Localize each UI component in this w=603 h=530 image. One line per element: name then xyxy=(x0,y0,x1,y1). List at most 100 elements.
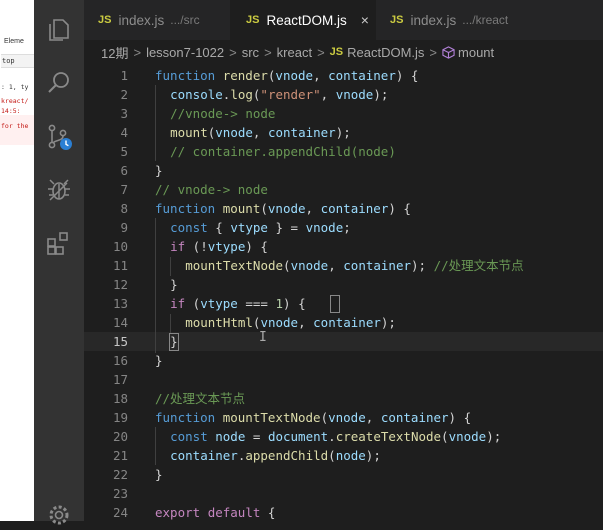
code-token: } xyxy=(155,163,163,178)
breadcrumb-item[interactable]: 12期 xyxy=(101,43,128,62)
code-line[interactable]: 6} xyxy=(84,161,603,180)
code-token: vnode xyxy=(290,258,329,273)
code-line[interactable]: 10 if (!vtype) { xyxy=(84,237,603,256)
code-line[interactable]: 23 xyxy=(84,484,603,503)
devtools-context-select[interactable]: top xyxy=(1,54,34,68)
code-token: , xyxy=(328,258,344,273)
code-line[interactable]: 11 mountTextNode(vnode, container); //处理文… xyxy=(84,256,603,275)
code-line[interactable]: 15} xyxy=(84,332,603,351)
close-icon[interactable]: × xyxy=(361,12,369,28)
code-line[interactable]: 9 const { vtype } = vnode; xyxy=(84,218,603,237)
code-token: , xyxy=(365,410,381,425)
code-line[interactable]: 4 mount(vnode, container); xyxy=(84,123,603,142)
breadcrumb-item[interactable]: src xyxy=(242,45,259,60)
code-token: export xyxy=(155,505,208,520)
code-line[interactable]: 18 //处理文本节点 xyxy=(84,389,603,408)
code-token: ); xyxy=(486,429,502,444)
code-token: , xyxy=(320,87,336,102)
tab-index-src[interactable]: JS index.js .../src xyxy=(84,0,230,40)
code-line[interactable]: 24 export default { xyxy=(84,503,603,521)
code-token: container xyxy=(267,125,336,140)
line-number: 3 xyxy=(120,106,128,121)
code-token: // vnode-> node xyxy=(155,182,268,197)
code-token: 1 xyxy=(275,296,284,311)
code-editor[interactable]: 24 export default {23 22} 21 container.appen… xyxy=(84,64,603,521)
code-token: ) { xyxy=(388,201,411,216)
code-token: const xyxy=(170,429,216,444)
chevron-right-icon: > xyxy=(229,44,237,60)
line-number: 5 xyxy=(120,144,128,159)
code-token: default xyxy=(207,505,268,520)
line-number: 21 xyxy=(112,448,128,463)
line-number: 19 xyxy=(112,410,128,425)
code-token: node xyxy=(215,429,246,444)
code-line[interactable]: 2 console.log("render", vnode); xyxy=(84,85,603,104)
chevron-right-icon: > xyxy=(429,44,438,60)
code-line[interactable]: 19 function mountTextNode(vnode, containe… xyxy=(84,408,603,427)
code-token: mountHtml xyxy=(185,315,253,330)
devtools-elements-tab[interactable]: Eleme xyxy=(4,38,24,45)
source-control-icon[interactable] xyxy=(44,122,74,152)
code-line[interactable]: 8 function mount(vnode, container) { xyxy=(84,199,603,218)
code-text: if (!vtype) { xyxy=(170,237,268,256)
code-token: mountTextNode xyxy=(185,258,284,273)
cube-icon xyxy=(442,45,455,59)
breadcrumb-file[interactable]: ReactDOM.js xyxy=(347,45,424,60)
line-number: 14 xyxy=(112,315,128,330)
mouse-cursor-icon: I xyxy=(259,330,267,345)
code-line[interactable]: 16} xyxy=(84,351,603,370)
tab-description: .../kreact xyxy=(462,13,509,27)
line-number: 2 xyxy=(120,87,128,102)
code-line[interactable]: 12} xyxy=(84,275,603,294)
code-line[interactable]: 1 function render(vnode, container) { xyxy=(84,66,603,85)
code-line[interactable]: 22} xyxy=(84,465,603,484)
code-token: ( xyxy=(283,258,291,273)
js-file-icon: JS xyxy=(390,14,404,26)
breadcrumb: 12期 > lesson7-1022 > src > kreact > JS R… xyxy=(84,40,603,64)
chevron-right-icon: > xyxy=(317,44,325,60)
code-line[interactable]: 3 //vnode-> node xyxy=(84,104,603,123)
code-text: } xyxy=(155,161,163,180)
line-number: 20 xyxy=(112,429,128,444)
code-line[interactable]: 21 container.appendChild(node); xyxy=(84,446,603,465)
code-token: // container.appendChild(node) xyxy=(170,144,396,159)
line-number: 9 xyxy=(120,220,128,235)
line-number: 7 xyxy=(120,182,128,197)
code-line[interactable]: 14 mountHtml(vnode, container); xyxy=(84,313,603,332)
breadcrumb-item[interactable]: kreact xyxy=(277,45,312,60)
code-line[interactable]: 13 if (vtype === 1) { xyxy=(84,294,603,313)
code-token: node xyxy=(335,448,366,463)
line-number: 10 xyxy=(112,239,128,254)
breadcrumb-symbol[interactable]: mount xyxy=(458,45,494,60)
code-token: createTextNode xyxy=(335,429,442,444)
code-token: vnode xyxy=(305,220,344,235)
code-token: vnode xyxy=(335,87,374,102)
line-number: 1 xyxy=(120,68,128,83)
code-token: . xyxy=(328,429,336,444)
tab-reactdom[interactable]: JS ReactDOM.js × xyxy=(230,0,376,40)
code-token: ) { xyxy=(395,68,419,83)
extensions-icon[interactable] xyxy=(44,228,74,258)
indent-guide xyxy=(155,427,156,465)
search-icon[interactable] xyxy=(44,68,74,98)
line-number: 22 xyxy=(112,467,128,482)
code-line[interactable]: 7 // vnode-> node xyxy=(84,180,603,199)
code-token: === xyxy=(237,296,276,311)
code-text: //vnode-> node xyxy=(170,104,275,123)
code-token: if xyxy=(170,296,193,311)
chevron-right-icon: > xyxy=(264,44,272,60)
code-token: (! xyxy=(192,239,208,254)
settings-icon[interactable] xyxy=(44,500,74,530)
tab-label: index.js xyxy=(410,12,457,28)
line-number: 17 xyxy=(112,372,128,387)
code-line[interactable]: 20 const node = document.createTextNode(v… xyxy=(84,427,603,446)
code-token: vnode xyxy=(260,315,299,330)
debug-icon[interactable] xyxy=(44,175,74,205)
tab-index-kreact[interactable]: JS index.js .../kreact xyxy=(376,0,536,40)
code-token: vnode xyxy=(275,68,314,83)
code-line[interactable]: 17 xyxy=(84,370,603,389)
code-line[interactable]: 5 // container.appendChild(node) xyxy=(84,142,603,161)
console-line: 14:5: xyxy=(1,107,21,115)
explorer-icon[interactable] xyxy=(44,15,74,45)
breadcrumb-item[interactable]: lesson7-1022 xyxy=(146,45,224,60)
